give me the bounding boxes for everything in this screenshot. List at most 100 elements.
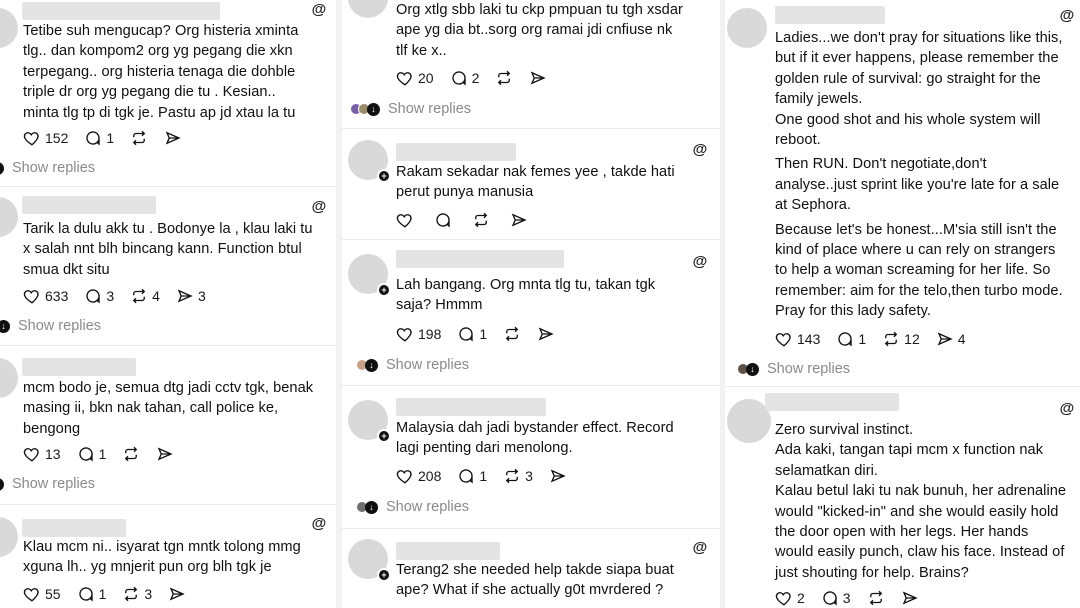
like-button[interactable] (396, 211, 414, 229)
repost-icon (474, 212, 488, 228)
show-replies-link[interactable]: ↓ Show replies (0, 318, 101, 334)
reply-count: 1 (479, 326, 488, 342)
repost-button[interactable] (867, 589, 885, 607)
share-button[interactable] (156, 445, 174, 463)
repost-button[interactable] (130, 129, 148, 147)
like-button[interactable]: 152 (23, 129, 68, 147)
show-replies-link[interactable]: ↓ Show replies (356, 357, 469, 373)
like-button[interactable]: 20 (396, 69, 434, 87)
reply-button[interactable]: 1 (77, 585, 106, 603)
reply-avatars: ↓ (0, 161, 4, 175)
share-button[interactable] (901, 589, 919, 607)
reply-avatars: ↓ (356, 500, 378, 514)
reply-button[interactable]: 3 (84, 287, 114, 305)
threads-icon: @ (1059, 400, 1075, 417)
comment-icon (459, 327, 474, 342)
follow-plus-icon[interactable]: + (377, 169, 391, 183)
show-replies-link[interactable]: ↓ Show replies (0, 476, 95, 492)
reply-button[interactable]: 2 (450, 69, 479, 87)
download-icon: ↓ (0, 161, 4, 175)
follow-plus-icon[interactable]: + (377, 429, 391, 443)
reply-button[interactable]: 1 (77, 445, 106, 463)
follow-plus-icon[interactable]: + (377, 568, 391, 582)
avatar[interactable]: + (348, 539, 391, 582)
send-icon (511, 213, 527, 227)
post-actions: 55 1 3 (23, 585, 202, 603)
share-button[interactable] (164, 129, 182, 147)
share-button[interactable] (529, 69, 547, 87)
username-redacted (396, 143, 516, 161)
post-actions: 152 1 (23, 129, 198, 147)
heart-icon (775, 592, 791, 606)
thread-post: mcm bodo je, semua dtg jadi cctv tgk, be… (0, 346, 336, 504)
avatar[interactable]: + (348, 400, 391, 443)
username-redacted (396, 398, 546, 416)
show-replies-label: Show replies (12, 160, 96, 176)
avatar[interactable]: + (348, 140, 391, 183)
send-icon (158, 447, 174, 461)
reply-button[interactable]: 1 (84, 129, 114, 147)
heart-icon (23, 290, 39, 304)
share-button[interactable] (168, 585, 186, 603)
like-button[interactable]: 633 (23, 287, 68, 305)
share-count: 4 (957, 331, 966, 347)
repost-button[interactable]: 4 (130, 287, 160, 305)
like-count: 20 (418, 70, 434, 86)
avatar[interactable]: + (348, 254, 391, 297)
repost-button[interactable]: 3 (503, 467, 533, 485)
thread-post: + @ Rakam sekadar nak femes yee , takde … (342, 129, 720, 239)
follow-plus-icon[interactable]: + (377, 283, 391, 297)
post-text: Tarik la dulu akk tu . Bodonye la , klau… (23, 221, 313, 278)
repost-button[interactable] (122, 445, 140, 463)
comment-icon (78, 587, 93, 602)
repost-button[interactable]: 12 (882, 330, 920, 348)
send-icon (165, 131, 181, 145)
send-icon (550, 469, 566, 483)
reply-button[interactable]: 1 (457, 325, 487, 343)
repost-icon (505, 468, 519, 484)
reply-button[interactable]: 1 (836, 330, 866, 348)
threads-icon: @ (692, 141, 708, 158)
repost-button[interactable] (503, 325, 521, 343)
reply-avatars: ↓ (0, 477, 4, 491)
reply-button[interactable]: 1 (457, 467, 487, 485)
heart-icon (396, 328, 412, 342)
reply-button[interactable]: 3 (821, 589, 851, 607)
show-replies-link[interactable]: ↓ Show replies (350, 101, 471, 117)
avatar[interactable] (0, 8, 18, 48)
repost-button[interactable]: 3 (122, 585, 152, 603)
avatar[interactable] (0, 358, 18, 398)
comment-icon (436, 213, 450, 228)
repost-icon (125, 586, 138, 602)
repost-icon (132, 130, 146, 146)
avatar[interactable] (0, 197, 18, 237)
show-replies-link[interactable]: ↓ Show replies (0, 160, 95, 176)
username-redacted (775, 6, 885, 24)
threads-icon: @ (692, 539, 708, 556)
repost-button[interactable] (472, 211, 490, 229)
avatar[interactable] (0, 517, 18, 557)
share-button[interactable] (510, 211, 528, 229)
show-replies-link[interactable]: ↓ Show replies (737, 361, 850, 377)
like-button[interactable]: 13 (23, 445, 61, 463)
share-button[interactable] (549, 467, 567, 485)
like-button[interactable]: 143 (775, 330, 820, 348)
like-button[interactable]: 208 (396, 467, 441, 485)
share-button[interactable] (537, 325, 555, 343)
download-icon: ↓ (0, 477, 4, 491)
show-replies-link[interactable]: ↓ Show replies (356, 499, 469, 515)
share-button[interactable]: 3 (176, 287, 206, 305)
like-button[interactable]: 2 (775, 589, 805, 607)
show-replies-label: Show replies (388, 101, 472, 117)
share-button[interactable]: 4 (936, 330, 966, 348)
like-button[interactable]: 198 (396, 325, 441, 343)
avatar[interactable] (727, 8, 767, 48)
like-button[interactable]: 55 (23, 585, 61, 603)
comment-icon (823, 591, 837, 606)
like-count: 198 (418, 326, 442, 342)
reply-button[interactable] (434, 211, 452, 229)
download-icon: ↓ (746, 362, 759, 376)
comment-icon (86, 289, 101, 304)
avatar[interactable] (348, 0, 388, 18)
repost-button[interactable] (495, 69, 513, 87)
